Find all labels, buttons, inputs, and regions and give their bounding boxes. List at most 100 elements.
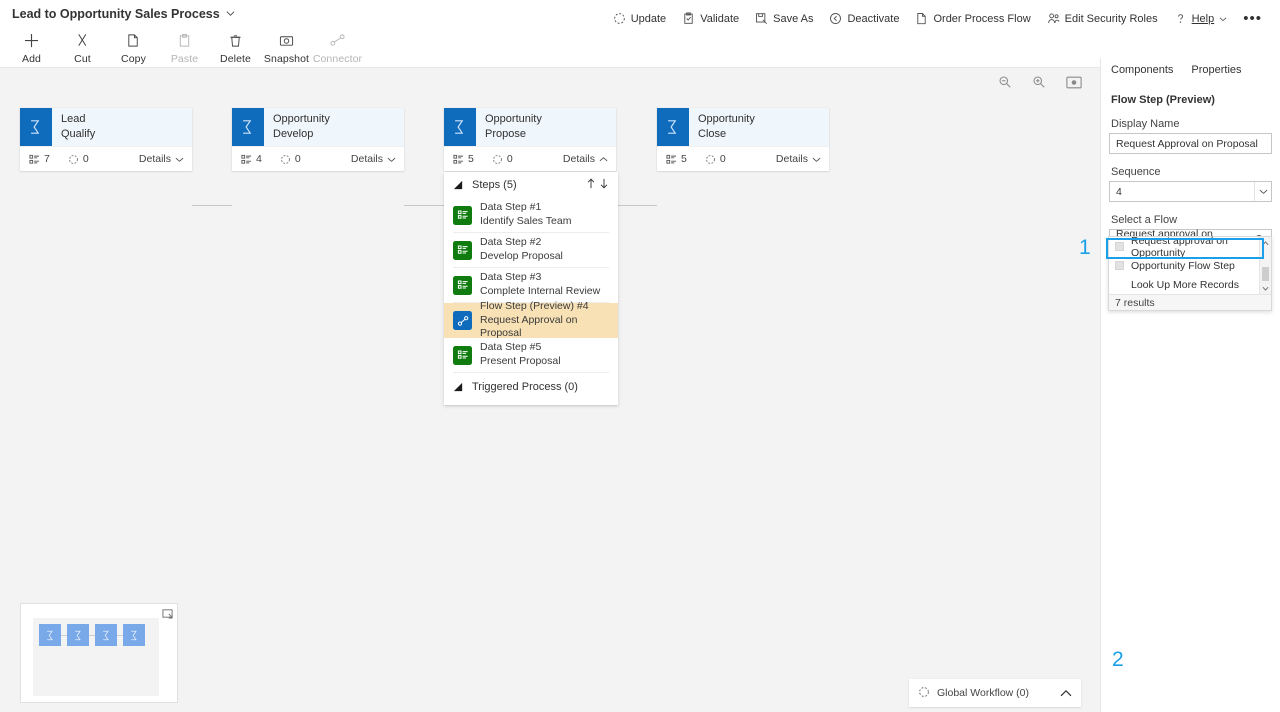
step-name: Identify Sales Team [480, 215, 572, 227]
fit-to-screen-icon[interactable] [1066, 76, 1082, 89]
help-button[interactable]: Help [1166, 8, 1236, 29]
chevron-down-icon[interactable] [226, 9, 235, 18]
minimap-viewport [33, 618, 159, 696]
stage-process-metric: 0 [68, 153, 89, 165]
lookup-item-opportunity-flow-step[interactable]: Opportunity Flow Step [1109, 256, 1271, 275]
zoom-out-icon[interactable] [998, 75, 1012, 89]
delete-button[interactable]: Delete [210, 28, 261, 65]
stage-name: Develop [273, 127, 314, 140]
step-name: Complete Internal Review [480, 285, 601, 297]
global-workflow-label: Global Workflow (0) [937, 687, 1029, 699]
stage-card-opportunity-develop[interactable]: Opportunity Develop 4 0 Details [232, 108, 404, 171]
update-button[interactable]: Update [605, 8, 674, 29]
steps-icon [666, 154, 677, 164]
stage-card-lead-qualify[interactable]: Lead Qualify 7 0 Details [20, 108, 192, 171]
stage-details-toggle[interactable]: Details [139, 153, 184, 165]
edit-security-roles-button[interactable]: Edit Security Roles [1039, 8, 1166, 29]
process-title[interactable]: Lead to Opportunity Sales Process [12, 7, 235, 21]
validate-button[interactable]: Validate [674, 8, 747, 29]
help-label: Help [1191, 12, 1215, 25]
steps-panel-header[interactable]: Steps (5) [444, 172, 618, 198]
data-step-icon [453, 275, 472, 295]
stage-details-toggle[interactable]: Details [776, 153, 821, 165]
step-row[interactable]: Data Step #2 Develop Proposal [453, 233, 609, 268]
connector-button[interactable]: Connector [312, 28, 363, 65]
stage-footer: 5 0 Details [444, 146, 616, 171]
arrow-up-icon[interactable] [586, 178, 596, 192]
save-as-button[interactable]: Save As [747, 8, 821, 29]
update-label: Update [630, 12, 667, 25]
minimap[interactable] [20, 603, 178, 703]
step-row[interactable]: Data Step #5 Present Proposal [453, 338, 609, 373]
stage-details-toggle[interactable]: Details [563, 153, 608, 165]
cut-button[interactable]: Cut [57, 28, 108, 65]
global-workflow-bar[interactable]: Global Workflow (0) [909, 679, 1081, 707]
stage-steps-count: 5 [681, 153, 687, 165]
overflow-menu-button[interactable]: ••• [1235, 10, 1272, 28]
step-row[interactable]: Data Step #3 Complete Internal Review [453, 268, 609, 303]
stage-card-opportunity-propose[interactable]: Opportunity Propose 5 0 Details [444, 108, 616, 171]
stage-title: Opportunity Close [689, 108, 755, 146]
snapshot-button[interactable]: Snapshot [261, 28, 312, 65]
stage-icon [657, 108, 689, 146]
refresh-icon [613, 12, 626, 25]
tab-components[interactable]: Components [1111, 64, 1173, 82]
stage-entity: Opportunity [273, 113, 330, 125]
display-name-field[interactable]: Request Approval on Proposal [1109, 133, 1272, 154]
expand-minimap-icon[interactable] [162, 608, 173, 619]
stage-connector [404, 205, 444, 206]
caret-down-icon[interactable] [1260, 282, 1271, 294]
deactivate-button[interactable]: Deactivate [821, 8, 907, 29]
stage-details-toggle[interactable]: Details [351, 153, 396, 165]
step-text: Data Step #3 Complete Internal Review [480, 271, 600, 299]
order-process-flow-button[interactable]: Order Process Flow [907, 8, 1038, 29]
people-icon [1047, 12, 1060, 25]
connector-label: Connector [312, 53, 363, 65]
copy-button[interactable]: Copy [108, 28, 159, 65]
command-bar: Lead to Opportunity Sales Process Add Cu… [0, 0, 1280, 68]
flow-lookup-dropdown[interactable]: Request approval on Opportunity Opportun… [1108, 234, 1272, 311]
scissors-icon [75, 30, 90, 50]
stage-name: Propose [485, 127, 526, 140]
lookup-vscrollbar[interactable] [1259, 237, 1271, 294]
display-name-label: Display Name [1111, 118, 1180, 130]
arrow-down-icon[interactable] [599, 178, 609, 192]
stage-steps-metric: 4 [241, 153, 262, 165]
triggered-process-label: Triggered Process (0) [472, 381, 578, 393]
chevron-down-icon [175, 157, 184, 162]
save-as-icon [755, 12, 768, 25]
stage-title: Opportunity Develop [264, 108, 330, 146]
cut-label: Cut [74, 53, 91, 65]
zoom-in-icon[interactable] [1032, 75, 1046, 89]
triggered-process-header[interactable]: Triggered Process (0) [444, 373, 618, 401]
stage-footer: 4 0 Details [232, 146, 404, 171]
help-icon [1174, 12, 1187, 25]
sequence-select[interactable]: 4 [1109, 181, 1272, 202]
paste-button[interactable]: Paste [159, 28, 210, 65]
process-circle-icon [705, 154, 715, 164]
lookup-item-request-approval[interactable]: Request approval on Opportunity [1109, 234, 1271, 259]
tab-properties[interactable]: Properties [1191, 64, 1241, 82]
stage-card-opportunity-close[interactable]: Opportunity Close 5 0 Details [657, 108, 829, 171]
steps-icon [241, 154, 252, 164]
lookup-item-label: Request approval on Opportunity [1131, 234, 1228, 259]
step-text: Data Step #1 Identify Sales Team [480, 201, 571, 229]
step-text: Data Step #2 Develop Proposal [480, 236, 563, 264]
step-row[interactable]: Data Step #1 Identify Sales Team [453, 198, 609, 233]
step-row-selected[interactable]: Flow Step (Preview) #4 Request Approval … [444, 300, 618, 339]
caret-up-icon[interactable] [1260, 237, 1271, 249]
add-button[interactable]: Add [6, 28, 57, 65]
steps-icon [29, 154, 40, 164]
chevron-up-icon[interactable] [1060, 689, 1072, 698]
chevron-down-icon[interactable] [1254, 182, 1271, 201]
stage-icon [444, 108, 476, 146]
connector-icon [329, 30, 346, 50]
paste-icon [177, 30, 192, 50]
chevron-down-icon [1219, 15, 1227, 23]
stage-process-metric: 0 [705, 153, 726, 165]
lookup-scroll-thumb[interactable] [1262, 267, 1269, 281]
process-canvas[interactable]: Lead Qualify 7 0 Details Opportunity Dev… [0, 68, 1100, 712]
lookup-results-count: 7 results [1109, 294, 1271, 310]
lookup-item-look-up-more-records[interactable]: Look Up More Records [1109, 275, 1271, 294]
delete-label: Delete [220, 53, 251, 65]
